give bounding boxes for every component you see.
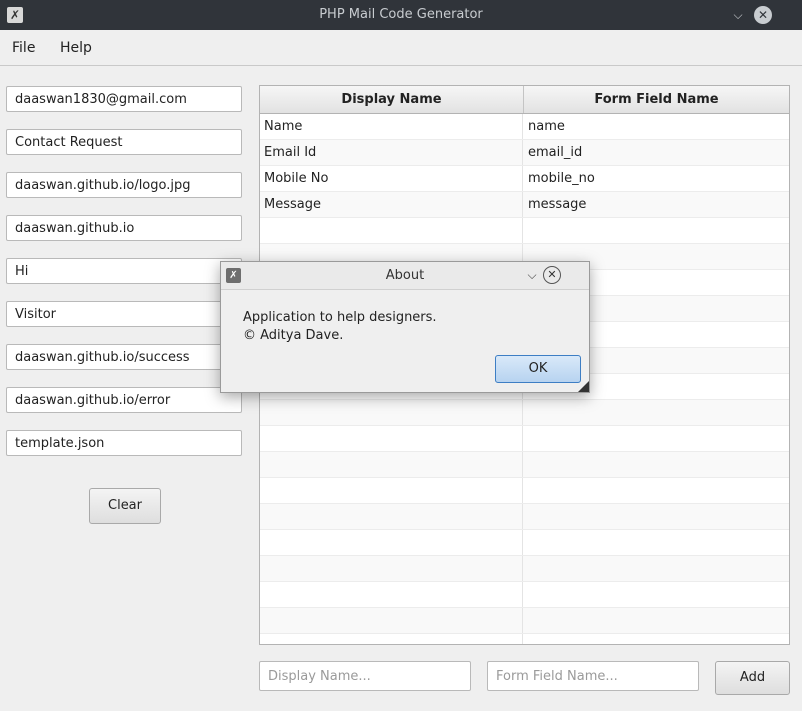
about-text-line-2: © Aditya Dave. xyxy=(243,328,344,343)
error-url-field[interactable]: daaswan.github.io/error xyxy=(6,387,242,413)
success-url-field[interactable]: daaswan.github.io/success xyxy=(6,344,242,370)
table-row[interactable] xyxy=(260,608,789,634)
cell-display-name[interactable] xyxy=(260,608,523,633)
cell-form-field-name[interactable] xyxy=(524,218,789,243)
table-row[interactable] xyxy=(260,218,789,244)
cell-form-field-name[interactable]: email_id xyxy=(524,140,789,165)
title-bar: ✗ PHP Mail Code Generator ⌵ ✕ xyxy=(0,0,802,30)
cell-display-name[interactable]: Message xyxy=(260,192,523,217)
cell-display-name[interactable] xyxy=(260,426,523,451)
cell-display-name[interactable]: Email Id xyxy=(260,140,523,165)
cell-form-field-name[interactable] xyxy=(524,478,789,503)
cell-display-name[interactable] xyxy=(260,634,523,644)
cell-form-field-name[interactable]: name xyxy=(524,114,789,139)
about-dialog: ✗ About ⌵ ✕ Application to help designer… xyxy=(220,261,590,393)
cell-form-field-name[interactable] xyxy=(524,608,789,633)
form-field-name-input[interactable] xyxy=(496,669,690,684)
cell-display-name[interactable] xyxy=(260,452,523,477)
table-row[interactable] xyxy=(260,452,789,478)
column-header-display-name[interactable]: Display Name xyxy=(260,86,524,113)
recipient-name-field[interactable]: Visitor xyxy=(6,301,242,327)
cell-form-field-name[interactable] xyxy=(524,400,789,425)
dialog-title-bar: ✗ About ⌵ ✕ xyxy=(221,262,589,290)
cell-form-field-name[interactable] xyxy=(524,426,789,451)
table-row[interactable] xyxy=(260,530,789,556)
cell-display-name[interactable] xyxy=(260,582,523,607)
cell-display-name[interactable] xyxy=(260,504,523,529)
about-text-line-1: Application to help designers. xyxy=(243,310,437,325)
cell-display-name[interactable] xyxy=(260,556,523,581)
table-row[interactable] xyxy=(260,556,789,582)
cell-display-name[interactable] xyxy=(260,478,523,503)
add-button[interactable]: Add xyxy=(715,661,790,695)
greeting-field[interactable]: Hi xyxy=(6,258,242,284)
table-row[interactable] xyxy=(260,478,789,504)
close-icon[interactable]: ✕ xyxy=(543,266,561,284)
close-icon[interactable]: ✕ xyxy=(754,6,772,24)
menu-help[interactable]: Help xyxy=(60,40,92,56)
cell-form-field-name[interactable]: message xyxy=(524,192,789,217)
window-title: PHP Mail Code Generator xyxy=(319,7,483,22)
cell-display-name[interactable]: Mobile No xyxy=(260,166,523,191)
table-row[interactable] xyxy=(260,582,789,608)
display-name-input[interactable] xyxy=(268,669,462,684)
cell-form-field-name[interactable] xyxy=(524,452,789,477)
cell-display-name[interactable] xyxy=(260,530,523,555)
cell-form-field-name[interactable] xyxy=(524,556,789,581)
clear-button[interactable]: Clear xyxy=(89,488,161,524)
resize-grip-icon[interactable] xyxy=(578,381,589,392)
menu-bar: File Help xyxy=(0,30,802,66)
cell-form-field-name[interactable]: mobile_no xyxy=(524,166,789,191)
site-url-field[interactable]: daaswan.github.io xyxy=(6,215,242,241)
table-header: Display Name Form Field Name xyxy=(260,86,789,114)
template-file-field[interactable]: template.json xyxy=(6,430,242,456)
form-field-name-input-box[interactable] xyxy=(487,661,699,691)
display-name-input-box[interactable] xyxy=(259,661,471,691)
table-row[interactable] xyxy=(260,400,789,426)
table-row[interactable] xyxy=(260,426,789,452)
table-row[interactable] xyxy=(260,504,789,530)
menu-file[interactable]: File xyxy=(12,40,35,56)
table-row[interactable]: Mobile No mobile_no xyxy=(260,166,789,192)
table-row[interactable]: Message message xyxy=(260,192,789,218)
cell-display-name[interactable] xyxy=(260,218,523,243)
table-row[interactable]: Email Id email_id xyxy=(260,140,789,166)
chevron-down-icon[interactable]: ⌵ xyxy=(729,6,747,24)
table-row[interactable]: Name name xyxy=(260,114,789,140)
logo-url-field[interactable]: daaswan.github.io/logo.jpg xyxy=(6,172,242,198)
cell-display-name[interactable] xyxy=(260,400,523,425)
cell-form-field-name[interactable] xyxy=(524,504,789,529)
column-header-form-field-name[interactable]: Form Field Name xyxy=(524,86,789,113)
cell-display-name[interactable]: Name xyxy=(260,114,523,139)
to-email-field[interactable]: daaswan1830@gmail.com xyxy=(6,86,242,112)
ok-button[interactable]: OK xyxy=(495,355,581,383)
table-row[interactable] xyxy=(260,634,789,644)
cell-form-field-name[interactable] xyxy=(524,634,789,644)
cell-form-field-name[interactable] xyxy=(524,582,789,607)
chevron-down-icon[interactable]: ⌵ xyxy=(523,266,541,284)
cell-form-field-name[interactable] xyxy=(524,530,789,555)
subject-field[interactable]: Contact Request xyxy=(6,129,242,155)
